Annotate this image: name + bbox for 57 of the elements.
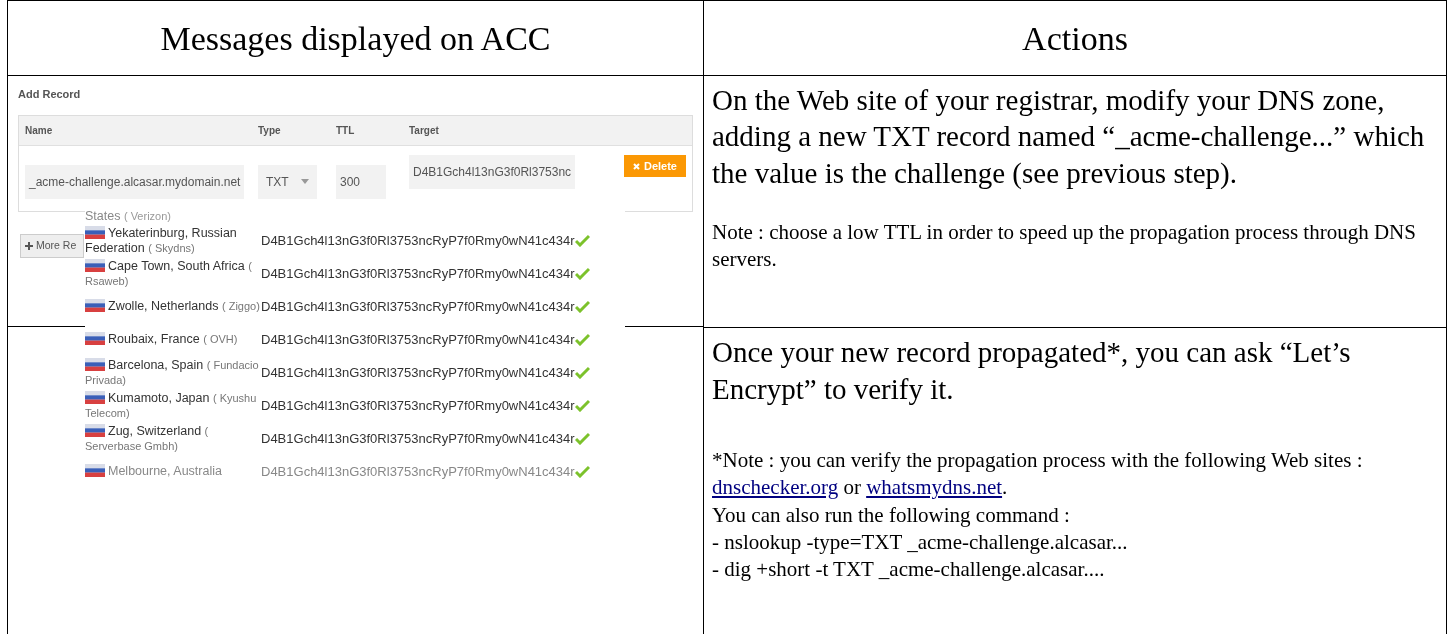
link[interactable]: dnschecker.org (712, 475, 839, 500)
location-text: Zwolle, Netherlands ( Ziggo) (85, 299, 261, 314)
flag-icon (85, 332, 105, 345)
column-label: Type (258, 124, 281, 136)
column-header: Messages displayed on ACC (7, 0, 704, 76)
note-text: Note : choose a low TTL in order to speed up the propagation process through DNS servers. (712, 218, 1417, 274)
check-icon (574, 366, 590, 379)
check-icon (574, 465, 590, 478)
instruction-text: On the Web site of your registrar, modify your DNS zone, adding a new TXT record named “_acme-challenge...” which the value is the challenge (see previous step). (712, 83, 1426, 191)
flag-icon (85, 357, 105, 371)
record-value: D4B1Gch4l13nG3f0Rl3753ncRyP7f0Rmy0wN41c434r (261, 363, 575, 382)
ttl-field[interactable]: 300 (336, 164, 386, 199)
location-text: Roubaix, France ( OVH) (85, 332, 261, 347)
record-value: D4B1Gch4l13nG3f0Rl3753ncRyP7f0Rmy0wN41c434r (261, 264, 575, 283)
location-text: Kumamoto, Japan ( Kyushu Telecom) (85, 390, 258, 421)
plus-icon (25, 242, 33, 251)
record-value: D4B1Gch4l13nG3f0Rl3753ncRyP7f0Rmy0wN41c434r (261, 396, 575, 415)
more-button[interactable]: More Re (20, 234, 84, 258)
note-text: *Note : you can verify the propagation process with the following Web sites : dnschecker.org or whatsmydns.net. (712, 446, 1364, 502)
flag-icon (85, 464, 105, 477)
target-field[interactable]: D4B1Gch4l13nG3f0Rl3753nc (409, 154, 576, 189)
panel-title: Add Record (18, 87, 82, 102)
record-value: D4B1Gch4l13nG3f0Rl3753ncRyP7f0Rmy0wN41c434r (261, 462, 575, 481)
location-text: Barcelona, Spain ( Fundacio Privada) (85, 357, 260, 388)
location-text: Yekaterinburg, Russian Federation ( Skydns) (85, 225, 238, 256)
check-icon (574, 300, 590, 313)
location-text: Zug, Switzerland ( Serverbase Gmbh) (85, 423, 210, 454)
type-select[interactable]: TXT (258, 164, 317, 199)
column-label: Target (409, 124, 439, 136)
location-text: States ( Verizon) (85, 209, 172, 224)
caret-icon (300, 178, 309, 184)
note-text: - dig +short -t TXT _acme-challenge.alcasar.... (712, 556, 1106, 584)
column-label: Name (25, 124, 53, 136)
record-value: D4B1Gch4l13nG3f0Rl3753ncRyP7f0Rmy0wN41c434r (261, 330, 575, 349)
link[interactable]: whatsmydns.net (866, 475, 1003, 500)
flag-icon (85, 423, 105, 437)
flag-icon (85, 390, 105, 404)
record-value: D4B1Gch4l13nG3f0Rl3753ncRyP7f0Rmy0wN41c434r (261, 231, 575, 250)
check-icon (574, 432, 590, 445)
note-text: You can also run the following command : (712, 501, 1071, 529)
flag-icon (85, 299, 105, 312)
close-icon (632, 163, 640, 171)
instruction-text: Once your new record propagated*, you can ask “Let’s Encrypt” to verify it. (712, 335, 1352, 407)
location-text: Cape Town, South Africa ( Rsaweb) (85, 258, 253, 289)
check-icon (574, 267, 590, 280)
record-value: D4B1Gch4l13nG3f0Rl3753ncRyP7f0Rmy0wN41c434r (261, 297, 575, 316)
column-header: Actions (703, 0, 1447, 76)
check-icon (574, 234, 590, 247)
check-icon (574, 399, 590, 412)
note-text: - nslookup -type=TXT _acme-challenge.alcasar... (712, 528, 1129, 556)
flag-icon (85, 225, 105, 239)
record-value: D4B1Gch4l13nG3f0Rl3753ncRyP7f0Rmy0wN41c434r (261, 429, 575, 448)
name-field[interactable]: _acme-challenge.alcasar.mydomain.net (25, 164, 245, 199)
check-icon (574, 333, 590, 346)
location-text: Melbourne, Australia (85, 464, 261, 479)
flag-icon (85, 258, 105, 272)
column-label: TTL (336, 124, 355, 136)
